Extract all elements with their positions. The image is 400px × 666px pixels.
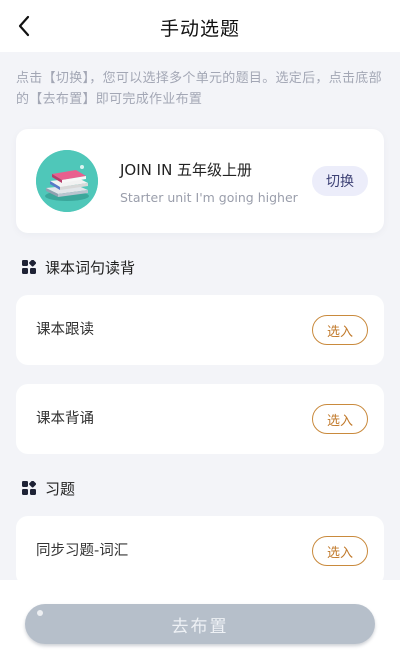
list-item: 同步习题-词汇 选入 [16,516,384,586]
section-heading: 习题 [22,478,75,498]
item-label: 课本背诵 [36,411,94,427]
section-label: 习题 [45,479,76,498]
book-title: JOIN IN 五年级上册 [120,161,253,179]
select-in-button[interactable]: 选入 [312,315,368,345]
item-label: 课本跟读 [36,322,94,338]
bottom-action-bar: 去布置 [0,580,400,666]
select-in-button[interactable]: 选入 [312,404,368,434]
section-heading: 课本词句读背 [22,257,135,277]
switch-book-button[interactable]: 切换 [312,166,368,196]
item-label: 同步习题-词汇 [36,543,129,559]
button-highlight [37,610,43,616]
book-cover-icon [36,150,98,212]
assign-button-label: 去布置 [171,616,229,637]
assign-homework-button[interactable]: 去布置 [25,604,375,644]
nav-header: 手动选题 [0,0,400,52]
grid-icon [22,481,36,495]
list-item: 课本背诵 选入 [16,384,384,454]
instruction-hint: 点击【切换】，您可以选择多个单元的题目。选定后，点击底部的【去布置】即可完成作业… [16,71,382,107]
page-title: 手动选题 [159,18,240,40]
section-label: 课本词句读背 [45,258,136,277]
grid-icon [22,260,36,274]
textbook-card: JOIN IN 五年级上册 Starter unit I'm going hig… [16,129,384,233]
book-unit-subtitle: Starter unit I'm going higher [120,190,298,205]
select-in-button[interactable]: 选入 [312,536,368,566]
app-root: 手动选题 点击【切换】，您可以选择多个单元的题目。选定后，点击底部的【去布置】即… [0,0,400,666]
list-item: 课本跟读 选入 [16,295,384,365]
